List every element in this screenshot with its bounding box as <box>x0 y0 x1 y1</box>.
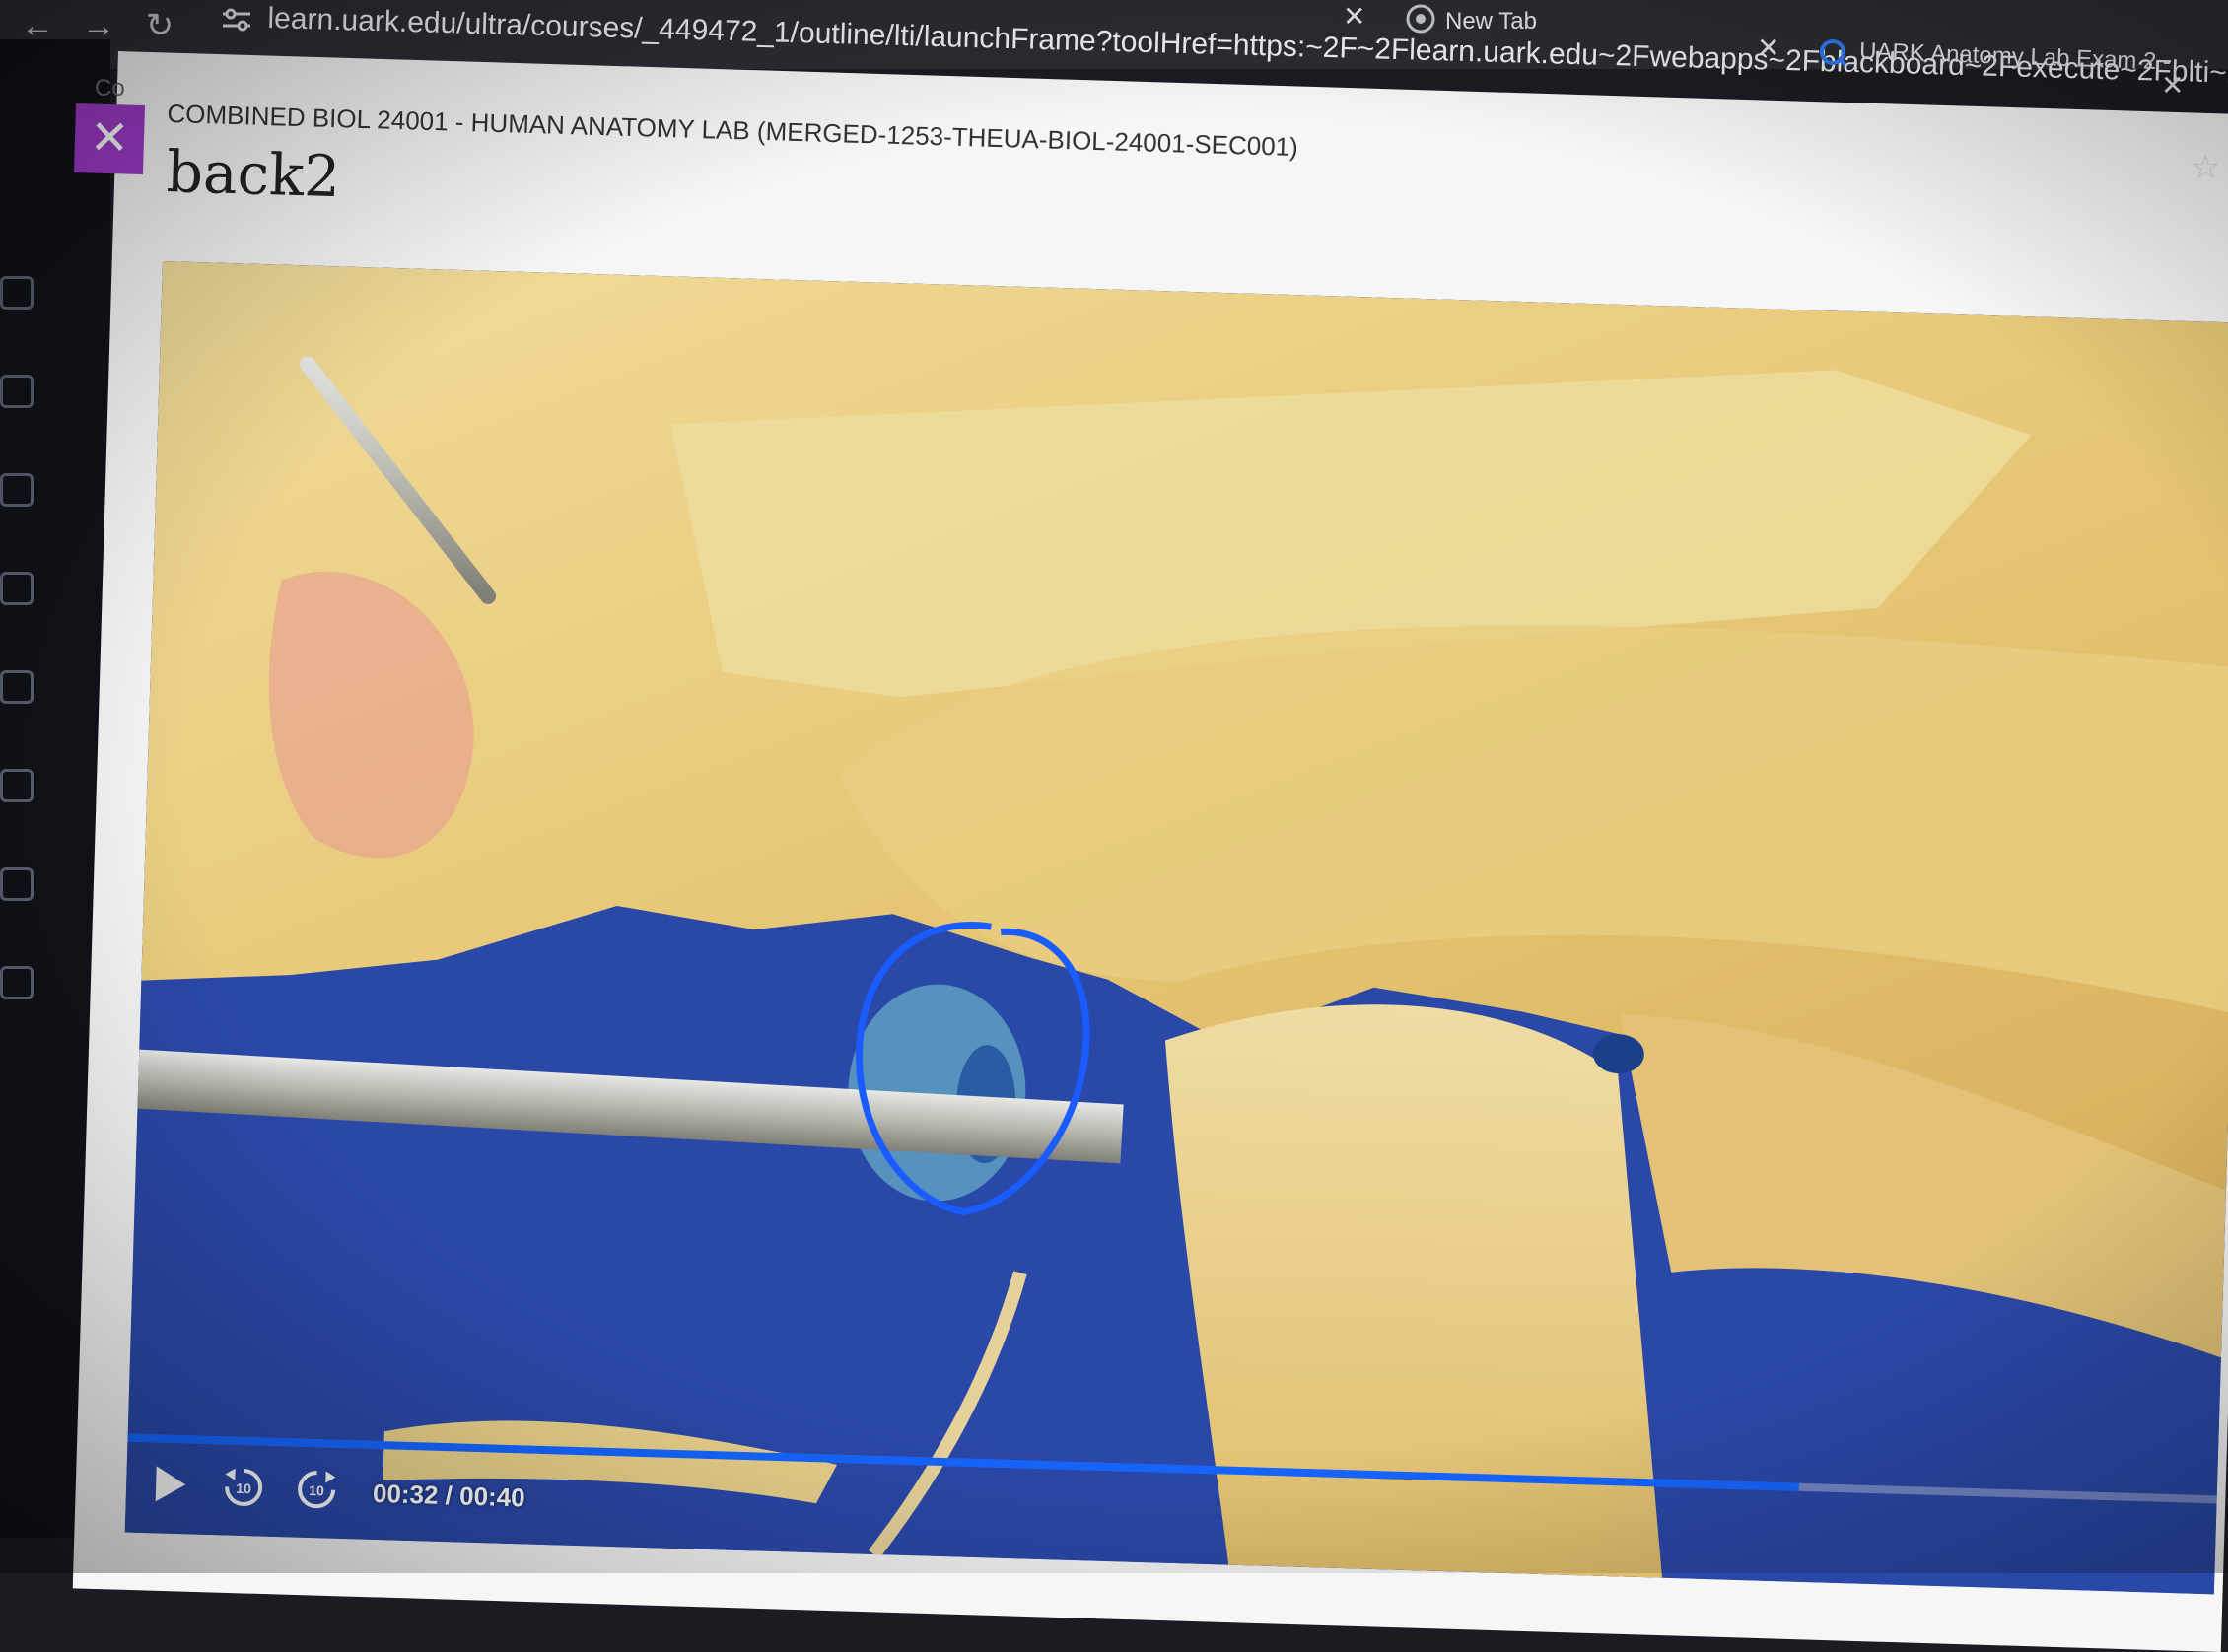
site-settings-icon[interactable] <box>219 2 254 37</box>
profile-icon[interactable] <box>0 375 34 408</box>
tab-close-icon[interactable]: ✕ <box>2161 69 2184 102</box>
page-title: back2 <box>165 138 342 211</box>
close-button[interactable]: ✕ <box>73 103 146 175</box>
globe-icon[interactable] <box>0 473 34 507</box>
video-frame <box>124 261 2228 1595</box>
forward-10-icon[interactable]: 10 <box>293 1467 339 1513</box>
tab-new-tab[interactable]: New Tab <box>1445 8 1537 35</box>
forward-seconds: 10 <box>309 1482 324 1498</box>
messages-icon[interactable] <box>0 867 34 901</box>
tab-close-icon[interactable]: ✕ <box>1343 0 1365 33</box>
bookmark-star-icon[interactable]: ☆ <box>2191 148 2220 187</box>
tab-close-icon[interactable]: ✕ <box>1757 32 1779 64</box>
time-display: 00:32 / 00:40 <box>372 1478 526 1513</box>
q-icon <box>1820 39 1847 67</box>
institution-icon[interactable] <box>0 276 34 310</box>
tools-icon[interactable] <box>0 966 34 999</box>
play-icon[interactable] <box>148 1462 192 1506</box>
rewind-seconds: 10 <box>236 1480 251 1496</box>
groups-icon[interactable] <box>0 670 34 704</box>
grades-icon[interactable] <box>0 769 34 802</box>
sidebar-stub: Co <box>95 75 125 102</box>
video-player[interactable]: 10 10 00:32 / 00:40 <box>124 261 2228 1595</box>
reload-icon[interactable]: ↻ <box>140 6 179 45</box>
chrome-icon <box>1406 4 1435 34</box>
calendar-icon[interactable] <box>0 572 34 605</box>
rewind-10-icon[interactable]: 10 <box>220 1464 266 1510</box>
